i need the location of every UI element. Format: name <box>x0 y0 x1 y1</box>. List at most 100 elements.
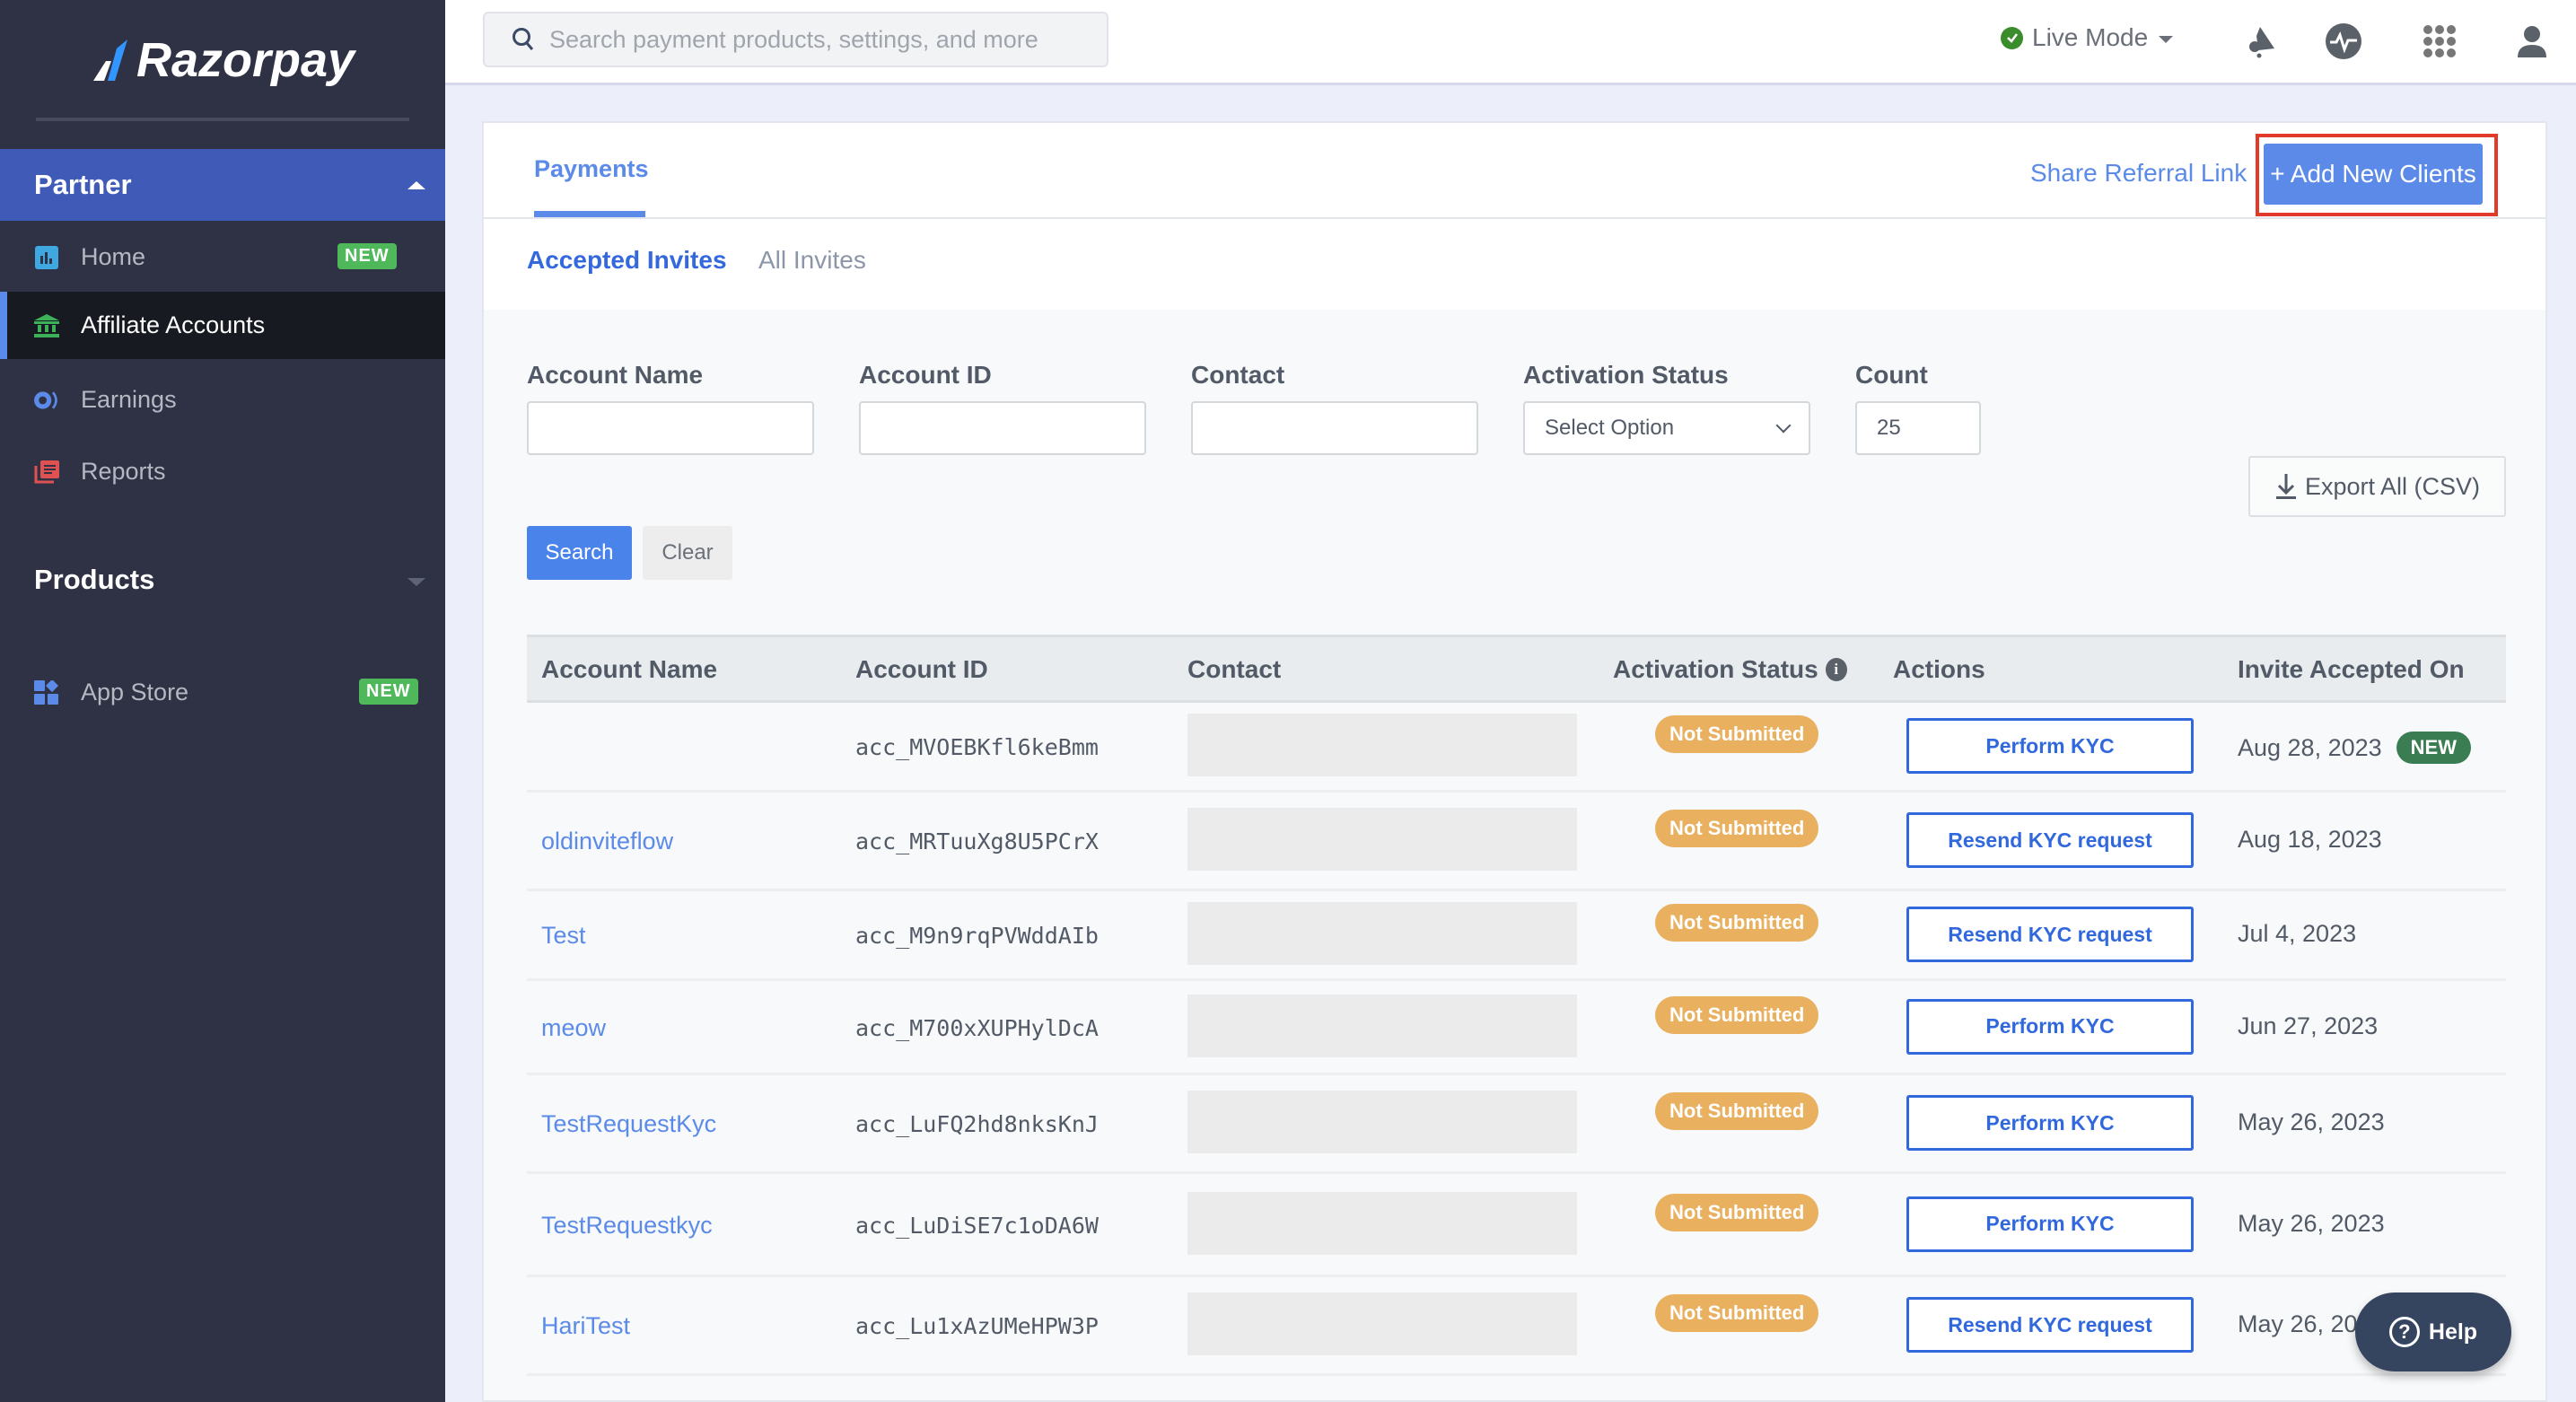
kyc-action-button[interactable]: Perform KYC <box>1906 718 2194 774</box>
table-row: TestRequestkyc acc_LuDiSE7c1oDA6W Not Subm… <box>527 1174 2506 1277</box>
sidebar-item-label: Affiliate Accounts <box>81 311 266 338</box>
account-name-link[interactable]: oldinviteflow <box>541 828 673 855</box>
account-name-input[interactable] <box>527 401 814 455</box>
live-mode-toggle[interactable]: Live Mode <box>2001 23 2174 52</box>
subtab-accepted-invites[interactable]: Accepted Invites <box>527 246 727 275</box>
kyc-action-button[interactable]: Resend KYC request <box>1906 1297 2194 1353</box>
account-name-link[interactable]: Test <box>541 922 586 950</box>
bank-icon <box>34 313 59 338</box>
tab-payments[interactable]: Payments <box>534 155 649 183</box>
new-badge: NEW <box>337 243 397 269</box>
search-button[interactable]: Search <box>527 526 632 580</box>
count-label: Count <box>1855 361 1928 389</box>
kyc-action-button[interactable]: Resend KYC request <box>1906 907 2194 962</box>
kyc-action-button[interactable]: Perform KYC <box>1906 998 2194 1055</box>
sidebar-item-label: Home <box>81 243 146 270</box>
table-row: meow acc_M700xXUPHylDcA Not Submitted Perfo… <box>527 981 2506 1075</box>
sidebar-section-partner[interactable]: Partner <box>0 149 445 221</box>
col-contact: Contact <box>1187 655 1282 683</box>
contact-redacted <box>1187 902 1577 965</box>
razorpay-logo[interactable]: Razorpay <box>90 31 355 90</box>
table-row: acc_MVOEBKfl6keBmm Not Submitted Perform K… <box>527 703 2506 793</box>
account-name-label: Account Name <box>527 361 704 389</box>
kyc-action-button[interactable]: Resend KYC request <box>1906 812 2194 868</box>
table-body: acc_MVOEBKfl6keBmm Not Submitted Perform K… <box>527 703 2506 1376</box>
activation-status-select[interactable]: Select Option <box>1523 401 1810 455</box>
activity-icon[interactable] <box>2324 22 2363 61</box>
invite-date: Jul 4, 2023 <box>2238 920 2356 948</box>
sidebar-item-label: App Store <box>81 679 189 705</box>
share-referral-link[interactable]: Share Referral Link <box>2030 159 2247 188</box>
status-badge: Not Submitted <box>1655 1193 1819 1231</box>
date-text: Aug 18, 2023 <box>2238 826 2382 853</box>
help-label: Help <box>2428 1319 2478 1345</box>
account-id: acc_MVOEBKfl6keBmm <box>855 734 1099 760</box>
table-row: TestRequestKyc acc_LuFQ2hd8nksKnJ Not Subm… <box>527 1075 2506 1174</box>
invite-date: May 26, 202 <box>2238 1310 2371 1338</box>
export-csv-button[interactable]: Export All (CSV) <box>2248 456 2506 517</box>
account-id-input[interactable] <box>859 401 1146 455</box>
activation-status-label: Activation Status <box>1523 361 1729 389</box>
date-text: May 26, 2023 <box>2238 1108 2385 1135</box>
apps-grid-icon[interactable] <box>2420 22 2459 61</box>
invite-date: May 26, 2023 <box>2238 1210 2385 1238</box>
caret-up-icon <box>407 181 425 189</box>
count-input[interactable] <box>1855 401 1981 455</box>
reports-icon <box>34 460 59 485</box>
col-account-name: Account Name <box>541 655 718 683</box>
contact-input[interactable] <box>1191 401 1478 455</box>
topbar: Live Mode <box>445 0 2576 85</box>
kyc-action-button[interactable]: Perform KYC <box>1906 1095 2194 1151</box>
account-id: acc_LuFQ2hd8nksKnJ <box>855 1111 1099 1137</box>
status-badge: Not Submitted <box>1655 1294 1819 1332</box>
section-label: Products <box>34 564 155 595</box>
help-button[interactable]: ? Help <box>2355 1292 2511 1371</box>
global-search[interactable] <box>483 12 1108 67</box>
account-name-link[interactable]: TestRequestkyc <box>541 1212 713 1240</box>
col-invite-accepted-on: Invite Accepted On <box>2238 655 2465 683</box>
global-search-input[interactable] <box>549 25 1106 54</box>
sidebar-item-app-store[interactable]: App Store NEW <box>0 659 445 726</box>
announcement-icon[interactable] <box>2243 22 2282 61</box>
date-text: May 26, 202 <box>2238 1310 2371 1337</box>
brand-name: Razorpay <box>136 33 355 87</box>
account-name-link[interactable]: meow <box>541 1014 606 1042</box>
contact-redacted <box>1187 1191 1577 1255</box>
status-badge: Not Submitted <box>1655 904 1819 942</box>
clear-button[interactable]: Clear <box>643 526 732 580</box>
card-header: Payments Share Referral Link + Add New C… <box>484 123 2545 219</box>
add-new-clients-button[interactable]: + Add New Clients <box>2264 144 2483 205</box>
date-text: May 26, 2023 <box>2238 1209 2385 1237</box>
account-id: acc_MRTuuXg8U5PCrX <box>855 828 1099 854</box>
sidebar-item-label: Earnings <box>81 386 177 413</box>
contact-redacted <box>1187 994 1577 1057</box>
sidebar-item-earnings[interactable]: Earnings <box>0 366 445 434</box>
account-id: acc_M9n9rqPVWddAIb <box>855 923 1099 949</box>
account-name-link[interactable]: HariTest <box>541 1312 630 1340</box>
user-icon[interactable] <box>2512 22 2552 61</box>
sidebar-item-home[interactable]: Home NEW <box>0 223 445 291</box>
col-label: Activation Status <box>1613 655 1818 683</box>
sidebar-item-label: Reports <box>81 458 166 485</box>
sidebar-section-products[interactable]: Products <box>0 544 445 616</box>
subtab-all-invites[interactable]: All Invites <box>758 246 866 275</box>
account-id: acc_M700xXUPHylDcA <box>855 1014 1099 1041</box>
date-text: Aug 28, 2023 <box>2238 733 2382 761</box>
contact-redacted <box>1187 808 1577 871</box>
contact-redacted <box>1187 1292 1577 1355</box>
caret-down-icon <box>407 578 425 586</box>
app-store-icon <box>34 679 59 705</box>
check-circle-icon <box>2001 26 2023 49</box>
status-badge: Not Submitted <box>1655 810 1819 847</box>
account-name-link[interactable]: TestRequestKyc <box>541 1110 716 1138</box>
status-badge: Not Submitted <box>1655 995 1819 1034</box>
table-row: oldinviteflow acc_MRTuuXg8U5PCrX Not Submi… <box>527 793 2506 891</box>
kyc-action-button[interactable]: Perform KYC <box>1906 1196 2194 1252</box>
sidebar-item-reports[interactable]: Reports <box>0 438 445 505</box>
caret-down-icon <box>2159 36 2174 43</box>
contact-redacted <box>1187 714 1577 776</box>
info-icon[interactable]: i <box>1825 658 1847 681</box>
main-card: Payments Share Referral Link + Add New C… <box>482 121 2547 1402</box>
search-icon <box>513 28 534 50</box>
sidebar-item-affiliate-accounts[interactable]: Affiliate Accounts <box>0 292 445 359</box>
